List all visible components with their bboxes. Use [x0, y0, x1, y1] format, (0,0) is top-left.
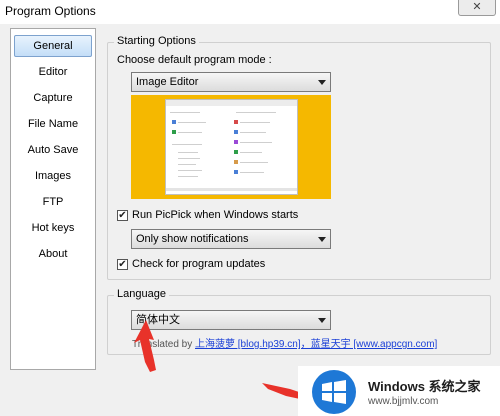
sidebar-item-editor[interactable]: Editor: [14, 61, 92, 83]
preview-icon: [234, 120, 238, 124]
close-button[interactable]: ✕: [458, 0, 496, 16]
sidebar-item-label: Capture: [33, 92, 73, 104]
sidebar-item-label: File Name: [27, 118, 79, 130]
checkmark-icon: ✔: [118, 210, 127, 221]
preview-icon: [234, 150, 238, 154]
checkmark-icon: ✔: [118, 259, 127, 270]
preview-line: [236, 112, 276, 113]
preview-line: [178, 122, 206, 123]
preview-line: [240, 152, 262, 153]
preview-line: [178, 176, 198, 177]
program-mode-select[interactable]: Image Editor: [131, 72, 331, 92]
preview-line: [172, 144, 202, 145]
preview-window: [165, 99, 298, 195]
run-on-start-checkbox[interactable]: ✔: [117, 210, 128, 221]
windows-logo-icon: [312, 370, 356, 414]
sidebar-item-general[interactable]: General: [14, 35, 92, 57]
sidebar-item-label: FTP: [42, 196, 64, 208]
preview-line: [240, 122, 270, 123]
language-value: 简体中文: [136, 314, 180, 326]
check-updates-label: Check for program updates: [132, 258, 266, 270]
preview-icon: [234, 160, 238, 164]
preview-line: [178, 164, 196, 165]
translated-by: Translated by 上海菠萝 [blog.hp39.cn]，蓝星天宇 […: [132, 335, 437, 350]
preview-titlebar: [166, 100, 297, 106]
red-arrow-icon: [262, 383, 302, 399]
check-updates-checkbox[interactable]: ✔: [117, 259, 128, 270]
sidebar-item-auto-save[interactable]: Auto Save: [14, 139, 92, 161]
preview-line: [178, 170, 202, 171]
sidebar-item-label: Hot keys: [31, 222, 75, 234]
sidebar-item-label: About: [38, 248, 68, 260]
program-mode-value: Image Editor: [136, 76, 199, 88]
notification-select[interactable]: Only show notifications: [131, 229, 331, 249]
preview-line: [240, 142, 272, 143]
preview-icon: [172, 130, 176, 134]
starting-options-label: Starting Options: [114, 35, 199, 47]
sidebar-item-label: Images: [34, 170, 72, 182]
preview-line: [240, 132, 266, 133]
watermark-logo: Windows 系统之家 www.bjjmlv.com: [298, 366, 500, 416]
sidebar-item-file-name[interactable]: File Name: [14, 113, 92, 135]
sidebar-item-ftp[interactable]: FTP: [14, 191, 92, 213]
sidebar-item-capture[interactable]: Capture: [14, 87, 92, 109]
run-on-start-label: Run PicPick when Windows starts: [132, 209, 299, 221]
notification-value: Only show notifications: [136, 233, 249, 245]
preview-line: [178, 152, 198, 153]
watermark-url: www.bjjmlv.com: [368, 396, 439, 407]
preview-line: [178, 132, 202, 133]
translator-link[interactable]: 上海菠萝 [blog.hp39.cn]，蓝星天宇 [www.appcgn.com…: [195, 339, 437, 350]
preview-icon: [172, 120, 176, 124]
translated-by-prefix: Translated by: [132, 339, 193, 350]
chevron-down-icon: [318, 80, 326, 85]
sidebar-item-images[interactable]: Images: [14, 165, 92, 187]
chevron-down-icon: [318, 318, 326, 323]
window-title: Program Options: [5, 4, 96, 18]
sidebar-item-about[interactable]: About: [14, 243, 92, 265]
preview-icon: [234, 140, 238, 144]
sidebar-item-hot-keys[interactable]: Hot keys: [14, 217, 92, 239]
preview-icon: [234, 170, 238, 174]
sidebar-item-label: Auto Save: [27, 144, 79, 156]
sidebar-item-label: General: [33, 40, 73, 52]
mode-prompt: Choose default program mode :: [117, 54, 272, 66]
language-label: Language: [114, 288, 169, 300]
preview-line: [170, 112, 200, 113]
preview-statusbar: [166, 188, 297, 191]
options-sidebar: General Editor Capture File Name Auto Sa…: [10, 28, 96, 370]
preview-line: [240, 172, 264, 173]
chevron-down-icon: [318, 237, 326, 242]
language-select[interactable]: 简体中文: [131, 310, 331, 330]
preview-line: [240, 162, 268, 163]
watermark-text: Windows 系统之家: [368, 379, 481, 394]
preview-icon: [234, 130, 238, 134]
preview-line: [178, 158, 200, 159]
title-bar: Program Options ✕: [0, 0, 500, 24]
mode-preview-image: [131, 95, 331, 199]
close-icon: ✕: [472, 1, 482, 13]
sidebar-item-label: Editor: [38, 66, 68, 78]
